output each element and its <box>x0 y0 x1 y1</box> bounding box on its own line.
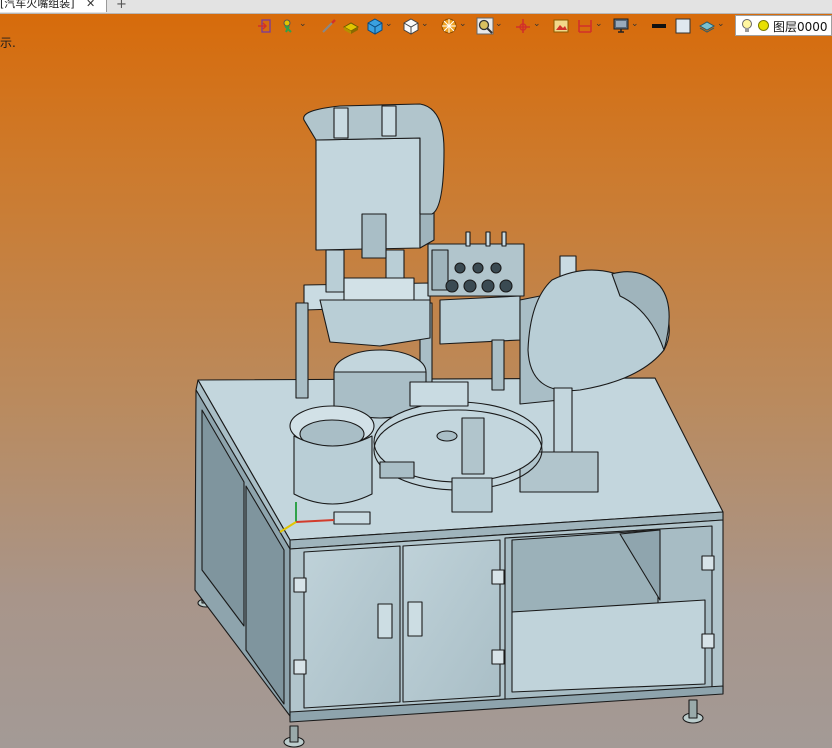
left-press-unit <box>295 103 445 419</box>
model-viewport[interactable] <box>0 0 832 748</box>
wire-feeder <box>427 231 525 297</box>
